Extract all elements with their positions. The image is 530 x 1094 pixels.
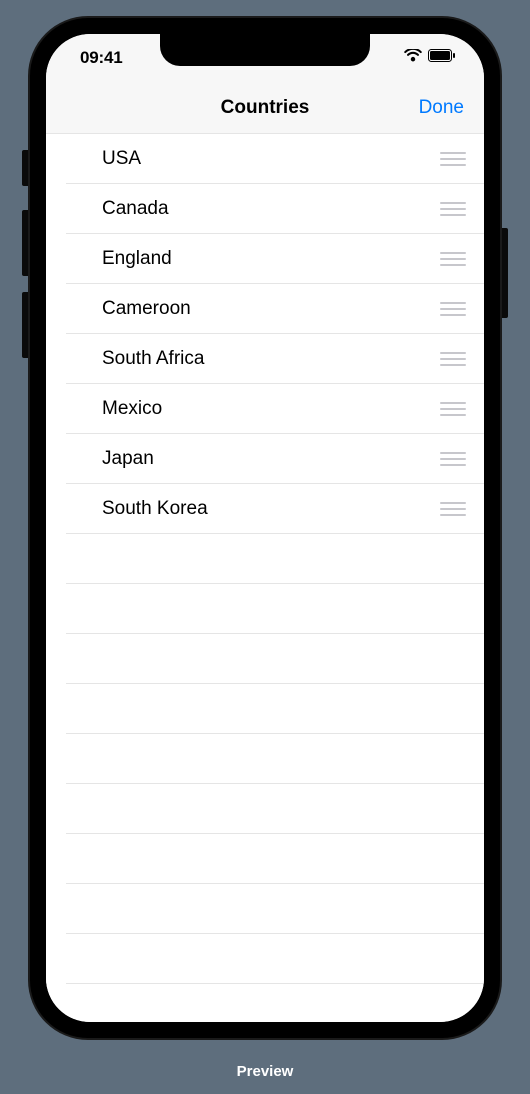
list-item[interactable]: Cameroon bbox=[46, 284, 484, 334]
navigation-bar: Countries Done bbox=[46, 82, 484, 134]
list-item[interactable]: South Korea bbox=[46, 484, 484, 534]
list-item-label: Japan bbox=[102, 448, 440, 470]
list-item[interactable]: Mexico bbox=[46, 384, 484, 434]
empty-row bbox=[46, 534, 484, 584]
empty-row bbox=[46, 884, 484, 934]
battery-icon bbox=[428, 49, 456, 67]
reorder-handle-icon[interactable] bbox=[440, 352, 466, 366]
wifi-icon bbox=[404, 49, 422, 67]
empty-row bbox=[46, 584, 484, 634]
status-icons bbox=[404, 49, 456, 67]
list-item-label: South Africa bbox=[102, 348, 440, 370]
list-item-label: USA bbox=[102, 148, 440, 170]
list-item[interactable]: Canada bbox=[46, 184, 484, 234]
list-item[interactable]: Japan bbox=[46, 434, 484, 484]
empty-row bbox=[46, 784, 484, 834]
list-item[interactable]: USA bbox=[46, 134, 484, 184]
screen: 09:41 Countries Done USA Canada England Cam… bbox=[46, 34, 484, 1022]
reorder-handle-icon[interactable] bbox=[440, 502, 466, 516]
empty-row bbox=[46, 734, 484, 784]
empty-row bbox=[46, 934, 484, 984]
device-volume-up bbox=[22, 210, 30, 276]
reorder-handle-icon[interactable] bbox=[440, 452, 466, 466]
empty-row bbox=[46, 684, 484, 734]
reorder-handle-icon[interactable] bbox=[440, 302, 466, 316]
list-item[interactable]: South Africa bbox=[46, 334, 484, 384]
device-power-button bbox=[500, 228, 508, 318]
countries-list[interactable]: USA Canada England Cameroon South Africa Mexi… bbox=[46, 134, 484, 1022]
device-mute-switch bbox=[22, 150, 30, 186]
empty-row bbox=[46, 984, 484, 1022]
reorder-handle-icon[interactable] bbox=[440, 152, 466, 166]
empty-row bbox=[46, 634, 484, 684]
empty-row bbox=[46, 834, 484, 884]
list-item-label: Cameroon bbox=[102, 298, 440, 320]
preview-label: Preview bbox=[0, 1063, 530, 1080]
device-volume-down bbox=[22, 292, 30, 358]
list-item-label: Canada bbox=[102, 198, 440, 220]
done-button[interactable]: Done bbox=[419, 97, 464, 119]
list-item-label: England bbox=[102, 248, 440, 270]
device-frame: 09:41 Countries Done USA Canada England Cam… bbox=[30, 18, 500, 1038]
reorder-handle-icon[interactable] bbox=[440, 202, 466, 216]
list-item-label: Mexico bbox=[102, 398, 440, 420]
reorder-handle-icon[interactable] bbox=[440, 252, 466, 266]
device-notch bbox=[160, 34, 370, 66]
reorder-handle-icon[interactable] bbox=[440, 402, 466, 416]
page-title: Countries bbox=[221, 97, 310, 119]
status-time: 09:41 bbox=[80, 48, 122, 68]
list-item-label: South Korea bbox=[102, 498, 440, 520]
list-item[interactable]: England bbox=[46, 234, 484, 284]
